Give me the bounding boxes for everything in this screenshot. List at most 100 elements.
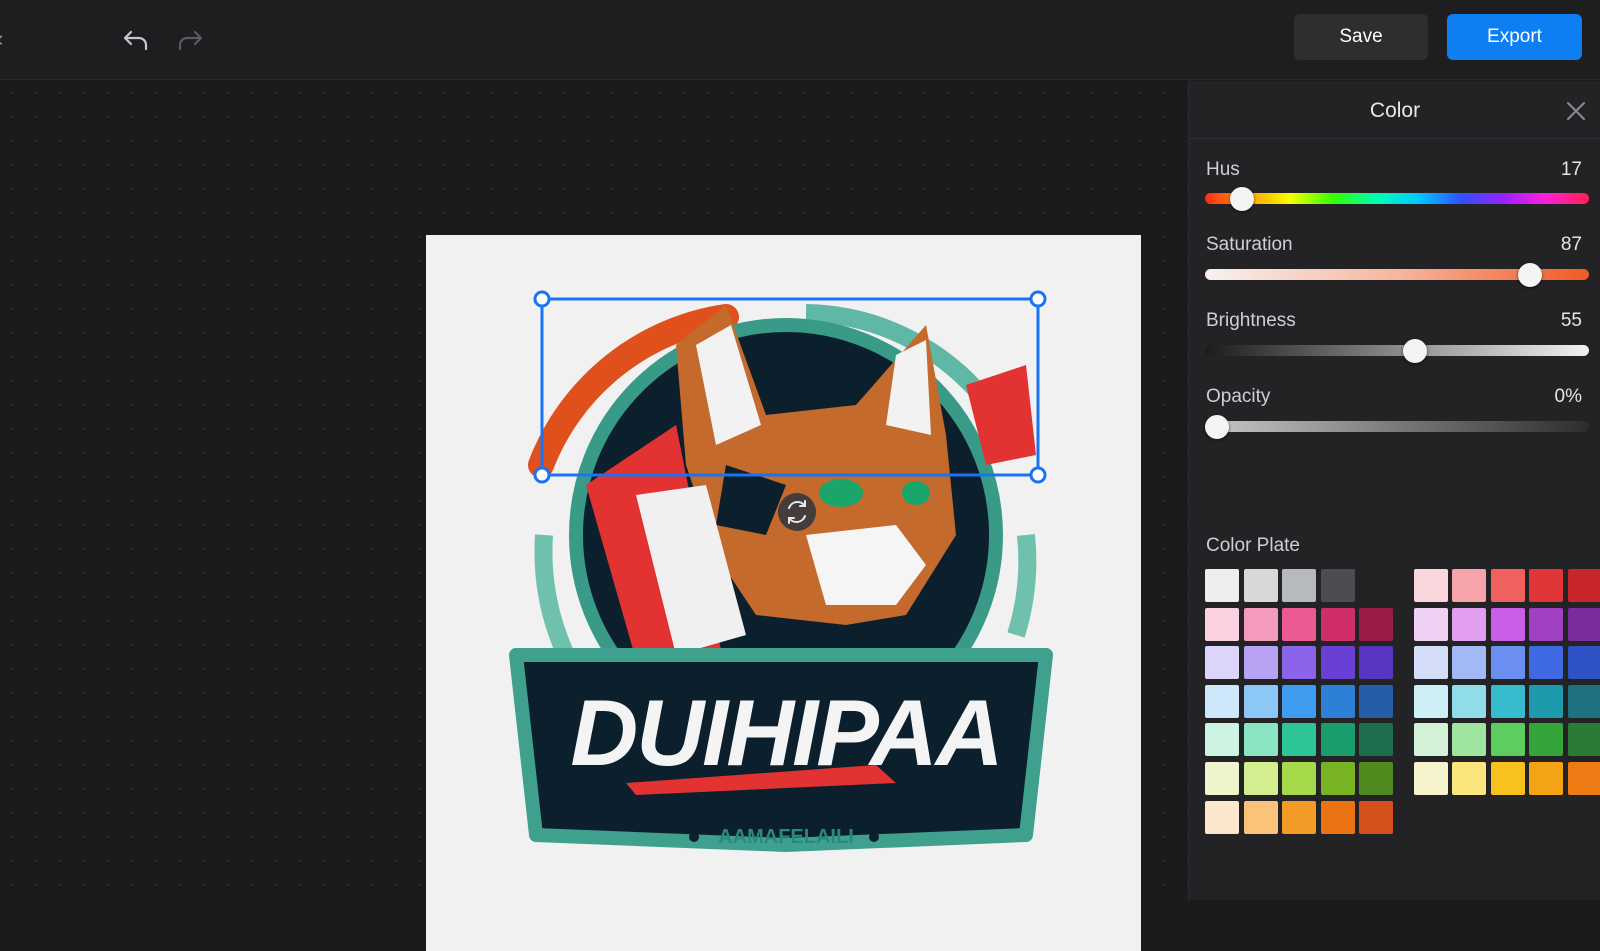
color-swatch[interactable] [1244,685,1278,718]
color-swatch[interactable] [1205,646,1239,679]
color-swatch[interactable] [1452,685,1486,718]
selection-handle-top-right[interactable] [1031,292,1045,306]
color-swatch[interactable] [1205,723,1239,756]
color-swatch[interactable] [1452,608,1486,641]
color-swatch[interactable] [1321,801,1355,834]
color-swatch[interactable] [1452,762,1486,795]
color-swatch[interactable] [1244,608,1278,641]
panel-title: Color [1189,99,1600,123]
color-swatch[interactable] [1568,608,1600,641]
color-swatch[interactable] [1321,723,1355,756]
color-swatch[interactable] [1321,608,1355,641]
undo-button[interactable] [116,20,156,60]
brightness-value: 55 [1561,310,1582,332]
rotate-handle[interactable] [778,493,816,531]
color-swatch[interactable] [1568,569,1600,602]
artboard[interactable]: DUIHIPAA AAMAFELAILI [426,235,1141,951]
canvas-area[interactable]: DUIHIPAA AAMAFELAILI [0,81,1188,900]
color-swatch[interactable] [1321,762,1355,795]
color-swatch[interactable] [1282,801,1316,834]
color-swatch[interactable] [1529,608,1563,641]
brightness-label: Brightness [1206,310,1296,332]
color-swatch[interactable] [1491,646,1525,679]
color-swatch[interactable] [1282,723,1316,756]
color-swatch[interactable] [1205,685,1239,718]
undo-icon [122,28,150,52]
export-button[interactable]: Export [1447,14,1582,60]
color-swatch[interactable] [1529,646,1563,679]
color-swatch[interactable] [1568,685,1600,718]
color-swatch[interactable] [1529,569,1563,602]
brightness-slider-thumb[interactable] [1403,339,1427,363]
opacity-label: Opacity [1206,386,1270,408]
redo-button[interactable] [170,20,210,60]
color-swatch[interactable] [1244,801,1278,834]
brightness-slider[interactable] [1205,345,1589,356]
color-swatch[interactable] [1452,723,1486,756]
color-swatch[interactable] [1491,762,1525,795]
color-swatch[interactable] [1321,569,1355,602]
color-swatch[interactable] [1414,646,1448,679]
color-swatch[interactable] [1452,569,1486,602]
color-swatch[interactable] [1568,723,1600,756]
color-swatch[interactable] [1491,608,1525,641]
hue-slider[interactable] [1205,193,1589,204]
saturation-value: 87 [1561,234,1582,256]
color-swatch[interactable] [1491,569,1525,602]
logo-wordmark: DUIHIPAA [570,680,1001,785]
color-swatch[interactable] [1414,723,1448,756]
color-swatch[interactable] [1282,685,1316,718]
selection-handle-bottom-right[interactable] [1031,468,1045,482]
chevron-left-icon[interactable]: ‹ [0,26,3,52]
color-swatch[interactable] [1359,646,1393,679]
color-panel: Color Hus 17 Saturation 87 Brightness 55… [1188,81,1600,900]
color-swatch[interactable] [1359,608,1393,641]
hue-label: Hus [1206,159,1240,181]
top-toolbar: ‹ Save Export [0,0,1600,80]
saturation-slider[interactable] [1205,269,1589,280]
color-swatch[interactable] [1282,569,1316,602]
color-swatch[interactable] [1359,723,1393,756]
save-button[interactable]: Save [1294,14,1428,60]
color-swatch[interactable] [1244,762,1278,795]
close-icon[interactable] [1564,99,1588,123]
color-swatch[interactable] [1244,569,1278,602]
color-swatch[interactable] [1568,646,1600,679]
saturation-slider-thumb[interactable] [1518,263,1542,287]
color-swatch[interactable] [1321,646,1355,679]
color-plate-label: Color Plate [1206,535,1300,557]
color-swatch[interactable] [1359,762,1393,795]
cat-logo-image[interactable]: DUIHIPAA AAMAFELAILI [426,235,1141,951]
hue-slider-thumb[interactable] [1230,187,1254,211]
color-swatch[interactable] [1491,723,1525,756]
color-plate [1205,569,1589,879]
color-swatch[interactable] [1529,723,1563,756]
color-swatch[interactable] [1205,762,1239,795]
color-swatch[interactable] [1491,685,1525,718]
color-swatch[interactable] [1414,569,1448,602]
color-swatch[interactable] [1359,685,1393,718]
color-swatch[interactable] [1568,762,1600,795]
color-swatch[interactable] [1321,685,1355,718]
opacity-slider-thumb[interactable] [1205,415,1229,439]
color-swatch[interactable] [1282,646,1316,679]
color-swatch[interactable] [1529,685,1563,718]
color-swatch[interactable] [1205,801,1239,834]
color-swatch[interactable] [1414,685,1448,718]
selection-handle-top-left[interactable] [535,292,549,306]
color-swatch[interactable] [1452,646,1486,679]
color-swatch[interactable] [1414,608,1448,641]
hue-value: 17 [1561,159,1582,181]
color-swatch[interactable] [1282,608,1316,641]
color-swatch[interactable] [1244,723,1278,756]
color-swatch[interactable] [1205,608,1239,641]
opacity-slider[interactable] [1205,421,1589,432]
color-swatch[interactable] [1414,762,1448,795]
redo-icon [176,28,204,52]
color-swatch[interactable] [1205,569,1239,602]
color-swatch[interactable] [1282,762,1316,795]
color-swatch[interactable] [1244,646,1278,679]
selection-handle-bottom-left[interactable] [535,468,549,482]
color-swatch[interactable] [1529,762,1563,795]
color-swatch[interactable] [1359,801,1393,834]
